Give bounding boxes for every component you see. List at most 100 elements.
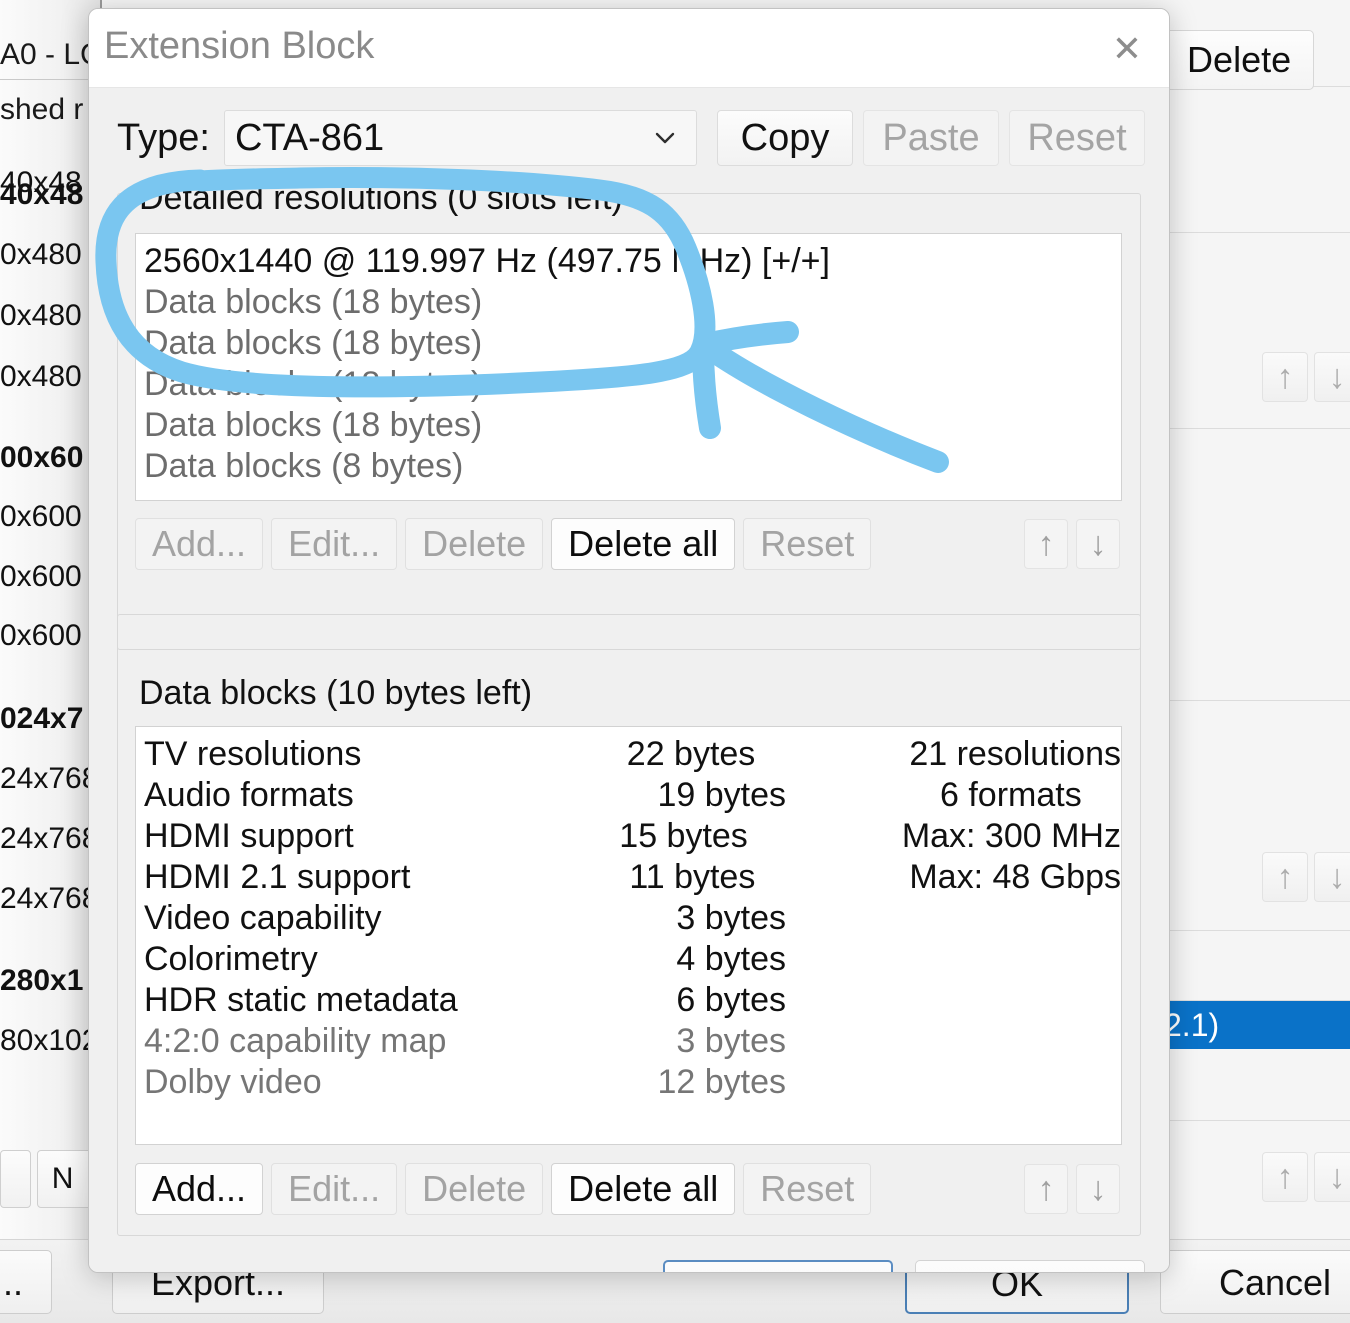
db-add-button[interactable]: Add... <box>135 1163 264 1215</box>
background-blank-button[interactable] <box>0 1150 31 1208</box>
screenshot-root: A0 - LC 40x48 40x48 0x480 0x480 0x480 00… <box>0 0 1350 1323</box>
table-row[interactable]: HDMI support 15 bytes Max: 300 MHz <box>136 816 1121 857</box>
dialog-cancel-button[interactable]: Cancel <box>915 1260 1145 1272</box>
list-item[interactable]: 2560x1440 @ 119.997 Hz (497.75 MHz) [+/+… <box>136 241 1121 282</box>
list-item[interactable]: 0x480 <box>0 230 82 280</box>
block-size: 6 bytes <box>676 981 786 1019</box>
block-name: TV resolutions <box>144 735 362 773</box>
list-item[interactable]: 24x768 <box>0 814 98 864</box>
dr-move-up-icon[interactable]: ↑ <box>1024 519 1068 569</box>
table-row[interactable]: HDR static metadata 6 bytes <box>136 980 1121 1021</box>
block-name: HDMI support <box>144 817 354 855</box>
dr-add-button[interactable]: Add... <box>135 518 264 570</box>
block-name: 4:2:0 capability map <box>144 1022 447 1060</box>
table-row[interactable]: TV resolutions 22 bytes 21 resolutions <box>136 734 1121 775</box>
list-item[interactable]: 0x600 <box>0 492 82 542</box>
list-item[interactable]: 0x480 <box>0 352 82 402</box>
data-blocks-buttons: Add... Edit... Delete Delete all Reset ↑… <box>135 1163 1120 1215</box>
list-item[interactable]: Data blocks (8 bytes) <box>136 446 1121 487</box>
db-move-up-icon[interactable]: ↑ <box>1024 1164 1068 1214</box>
background-import-button[interactable]: rt... <box>0 1250 52 1314</box>
block-name: Video capability <box>144 899 382 937</box>
arrow-up-icon[interactable]: ↑ <box>1262 852 1308 902</box>
arrow-down-icon[interactable]: ↓ <box>1314 352 1350 402</box>
list-item[interactable]: 280x1 <box>0 956 83 1006</box>
block-size: 12 bytes <box>657 1063 786 1101</box>
dialog-ok-button[interactable]: OK <box>663 1260 893 1272</box>
background-bottom-buttons: N <box>0 1150 100 1208</box>
list-item[interactable]: 0x600 <box>0 611 82 661</box>
background-left-panel: A0 - LC 40x48 40x48 0x480 0x480 0x480 00… <box>0 0 102 1240</box>
extension-block-dialog: Extension Block ✕ Type: CTA-861 Copy Pas <box>88 8 1170 1273</box>
block-info: Max: 48 Gbps <box>909 858 1121 896</box>
close-icon[interactable]: ✕ <box>1103 27 1151 71</box>
reset-button[interactable]: Reset <box>1009 110 1145 166</box>
data-blocks-listbox[interactable]: TV resolutions 22 bytes 21 resolutions A… <box>135 726 1122 1145</box>
copy-button[interactable]: Copy <box>717 110 853 166</box>
list-item[interactable]: 024x7 <box>0 694 83 744</box>
type-action-buttons: Copy Paste Reset <box>717 110 1145 166</box>
dialog-body: Type: CTA-861 Copy Paste Reset Detailed … <box>89 88 1169 1272</box>
list-item[interactable]: Data blocks (18 bytes) <box>136 364 1121 405</box>
table-row[interactable]: Colorimetry 4 bytes <box>136 939 1121 980</box>
background-reorder-arrows-3: ↑ ↓ <box>1262 1152 1350 1202</box>
dr-delete-button[interactable]: Delete <box>405 518 544 570</box>
list-item[interactable]: 0x600 <box>0 552 82 602</box>
block-size: 22 bytes <box>626 735 756 773</box>
arrow-up-icon[interactable]: ↑ <box>1262 1152 1308 1202</box>
arrow-down-icon[interactable]: ↓ <box>1314 852 1350 902</box>
db-delete-button[interactable]: Delete <box>405 1163 544 1215</box>
table-row[interactable]: 4:2:0 capability map 3 bytes <box>136 1021 1121 1062</box>
type-select[interactable]: CTA-861 <box>223 110 697 166</box>
list-item[interactable]: 24x768 <box>0 754 98 804</box>
table-row[interactable]: Video capability 3 bytes <box>136 898 1121 939</box>
detailed-resolutions-listbox[interactable]: 2560x1440 @ 119.997 Hz (497.75 MHz) [+/+… <box>135 233 1122 501</box>
list-item[interactable]: Data blocks (18 bytes) <box>136 282 1121 323</box>
block-name: Audio formats <box>144 776 354 814</box>
dr-move-down-icon[interactable]: ↓ <box>1076 519 1120 569</box>
table-row[interactable]: HDMI 2.1 support 11 bytes Max: 48 Gbps <box>136 857 1121 898</box>
block-info: 21 resolutions <box>909 735 1121 773</box>
db-delete-all-button[interactable]: Delete all <box>551 1163 736 1215</box>
list-item[interactable]: 80x102 <box>0 1016 98 1066</box>
data-blocks-legend: Data blocks (10 bytes left) <box>131 676 541 710</box>
list-item[interactable]: 0x480 <box>0 291 82 341</box>
background-cancel-button[interactable]: Cancel <box>1160 1250 1350 1314</box>
dr-edit-button[interactable]: Edit... <box>271 518 398 570</box>
list-item[interactable]: Data blocks (18 bytes) <box>136 405 1121 446</box>
dr-delete-all-button[interactable]: Delete all <box>551 518 736 570</box>
block-size: 4 bytes <box>676 940 786 978</box>
chevron-down-icon <box>652 125 678 151</box>
block-size: 3 bytes <box>676 1022 786 1060</box>
block-size: 3 bytes <box>676 899 786 937</box>
arrow-down-icon[interactable]: ↓ <box>1314 1152 1350 1202</box>
db-reset-button[interactable]: Reset <box>743 1163 872 1215</box>
background-reorder-arrows-2: ↑ ↓ <box>1262 852 1350 902</box>
list-item[interactable]: 00x60 <box>0 433 83 483</box>
block-info: 6 formats <box>940 776 1082 814</box>
block-size: 11 bytes <box>629 858 756 896</box>
list-item[interactable]: Data blocks (18 bytes) <box>136 323 1121 364</box>
table-row[interactable]: Audio formats 19 bytes 6 formats <box>136 775 1121 816</box>
background-selected-row[interactable]: 2.1) <box>1150 1001 1350 1049</box>
table-row[interactable]: Dolby video 12 bytes <box>136 1062 1121 1103</box>
list-item[interactable]: 24x768 <box>0 874 98 924</box>
block-size: 15 bytes <box>619 817 748 855</box>
background-reorder-arrows-1: ↑ ↓ <box>1262 352 1350 402</box>
background-delete-button[interactable]: Delete <box>1164 30 1315 90</box>
dialog-titlebar: Extension Block ✕ <box>89 9 1169 88</box>
paste-button[interactable]: Paste <box>863 110 999 166</box>
block-name: HDR static metadata <box>144 981 458 1019</box>
block-name: Colorimetry <box>144 940 318 978</box>
db-edit-button[interactable]: Edit... <box>271 1163 398 1215</box>
block-name: HDMI 2.1 support <box>144 858 411 896</box>
data-blocks-table: TV resolutions 22 bytes 21 resolutions A… <box>136 727 1121 1103</box>
arrow-up-icon[interactable]: ↑ <box>1262 352 1308 402</box>
type-label: Type: <box>117 116 210 159</box>
detailed-resolutions-legend: Detailed resolutions (0 slots left) <box>131 181 631 215</box>
db-move-down-icon[interactable]: ↓ <box>1076 1164 1120 1214</box>
list-item[interactable]: 40x48 <box>0 170 83 220</box>
type-select-value: CTA-861 <box>234 117 385 159</box>
dr-reset-button[interactable]: Reset <box>743 518 872 570</box>
background-window-title: A0 - LC <box>0 30 100 80</box>
